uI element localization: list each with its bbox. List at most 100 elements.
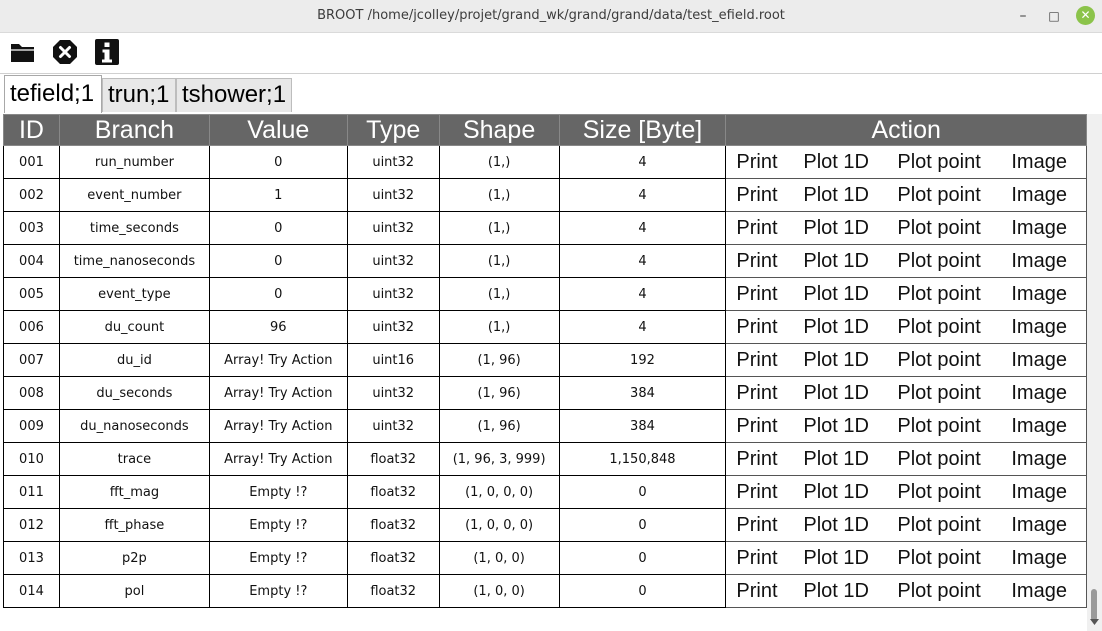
- plot1d-action[interactable]: Plot 1D: [803, 151, 897, 174]
- print-action[interactable]: Print: [726, 481, 803, 504]
- folder-open-icon[interactable]: [9, 38, 37, 66]
- row-type: uint32: [346, 310, 440, 344]
- row-actions: Print Plot 1D Plot point Image: [725, 211, 1087, 245]
- image-action[interactable]: Image: [1011, 580, 1071, 603]
- plotpoint-action[interactable]: Plot point: [897, 283, 1011, 306]
- print-action[interactable]: Print: [726, 382, 803, 405]
- print-action[interactable]: Print: [726, 217, 803, 240]
- print-action[interactable]: Print: [726, 580, 803, 603]
- maximize-icon[interactable]: □: [1045, 7, 1063, 25]
- close-file-icon[interactable]: [51, 38, 79, 66]
- row-id: 006: [3, 310, 60, 344]
- row-actions: Print Plot 1D Plot point Image: [725, 343, 1087, 377]
- row-value: 0: [208, 145, 348, 179]
- plotpoint-action[interactable]: Plot point: [897, 250, 1011, 273]
- plotpoint-action[interactable]: Plot point: [897, 184, 1011, 207]
- row-shape: (1,): [438, 244, 560, 278]
- row-actions: Print Plot 1D Plot point Image: [725, 277, 1087, 311]
- image-action[interactable]: Image: [1011, 481, 1071, 504]
- print-action[interactable]: Print: [726, 547, 803, 570]
- plot1d-action[interactable]: Plot 1D: [803, 283, 897, 306]
- table-header-row: ID Branch Value Type Shape Size [Byte] A…: [3, 114, 1087, 146]
- header-value[interactable]: Value: [208, 114, 348, 146]
- plot1d-action[interactable]: Plot 1D: [803, 217, 897, 240]
- row-branch: fft_phase: [58, 508, 210, 542]
- row-type: uint16: [346, 343, 440, 377]
- plotpoint-action[interactable]: Plot point: [897, 514, 1011, 537]
- plotpoint-action[interactable]: Plot point: [897, 151, 1011, 174]
- row-shape: (1, 96): [438, 409, 560, 443]
- info-icon[interactable]: [93, 38, 121, 66]
- plotpoint-action[interactable]: Plot point: [897, 415, 1011, 438]
- header-type[interactable]: Type: [346, 114, 440, 146]
- image-action[interactable]: Image: [1011, 151, 1071, 174]
- row-value: 0: [208, 211, 348, 245]
- print-action[interactable]: Print: [726, 514, 803, 537]
- plotpoint-action[interactable]: Plot point: [897, 349, 1011, 372]
- plot1d-action[interactable]: Plot 1D: [803, 448, 897, 471]
- print-action[interactable]: Print: [726, 283, 803, 306]
- row-value: 1: [208, 178, 348, 212]
- tab-tefield[interactable]: tefield;1: [4, 75, 102, 113]
- image-action[interactable]: Image: [1011, 349, 1071, 372]
- row-id: 011: [3, 475, 60, 509]
- image-action[interactable]: Image: [1011, 283, 1071, 306]
- print-action[interactable]: Print: [726, 415, 803, 438]
- header-shape[interactable]: Shape: [438, 114, 560, 146]
- plot1d-action[interactable]: Plot 1D: [803, 547, 897, 570]
- table-scrollbar[interactable]: [1087, 114, 1102, 631]
- plotpoint-action[interactable]: Plot point: [897, 316, 1011, 339]
- print-action[interactable]: Print: [726, 184, 803, 207]
- branch-table-area: ID Branch Value Type Shape Size [Byte] A…: [3, 114, 1087, 631]
- print-action[interactable]: Print: [726, 151, 803, 174]
- header-size[interactable]: Size [Byte]: [558, 114, 727, 146]
- row-shape: (1, 96): [438, 343, 560, 377]
- plotpoint-action[interactable]: Plot point: [897, 481, 1011, 504]
- tab-trun[interactable]: trun;1: [102, 78, 176, 112]
- plot1d-action[interactable]: Plot 1D: [803, 415, 897, 438]
- plot1d-action[interactable]: Plot 1D: [803, 250, 897, 273]
- table-row: 013 p2p Empty !? float32 (1, 0, 0) 0 Print Plot…: [3, 541, 1087, 575]
- row-shape: (1,): [438, 310, 560, 344]
- tab-bar: tefield;1 trun;1 tshower;1: [0, 74, 1102, 114]
- image-action[interactable]: Image: [1011, 250, 1071, 273]
- tab-tshower[interactable]: tshower;1: [176, 78, 292, 112]
- image-action[interactable]: Image: [1011, 415, 1071, 438]
- image-action[interactable]: Image: [1011, 184, 1071, 207]
- print-action[interactable]: Print: [726, 250, 803, 273]
- plot1d-action[interactable]: Plot 1D: [803, 514, 897, 537]
- plot1d-action[interactable]: Plot 1D: [803, 184, 897, 207]
- plot1d-action[interactable]: Plot 1D: [803, 481, 897, 504]
- print-action[interactable]: Print: [726, 316, 803, 339]
- plotpoint-action[interactable]: Plot point: [897, 382, 1011, 405]
- image-action[interactable]: Image: [1011, 514, 1071, 537]
- plotpoint-action[interactable]: Plot point: [897, 547, 1011, 570]
- row-shape: (1,): [438, 145, 560, 179]
- plotpoint-action[interactable]: Plot point: [897, 580, 1011, 603]
- row-actions: Print Plot 1D Plot point Image: [725, 442, 1087, 476]
- row-branch: event_type: [58, 277, 210, 311]
- header-branch[interactable]: Branch: [58, 114, 210, 146]
- plot1d-action[interactable]: Plot 1D: [803, 580, 897, 603]
- image-action[interactable]: Image: [1011, 217, 1071, 240]
- row-branch: du_nanoseconds: [58, 409, 210, 443]
- close-window-icon[interactable]: ✕: [1076, 6, 1095, 25]
- row-type: uint32: [346, 244, 440, 278]
- plotpoint-action[interactable]: Plot point: [897, 448, 1011, 471]
- image-action[interactable]: Image: [1011, 382, 1071, 405]
- row-actions: Print Plot 1D Plot point Image: [725, 178, 1087, 212]
- header-id[interactable]: ID: [3, 114, 60, 146]
- image-action[interactable]: Image: [1011, 316, 1071, 339]
- print-action[interactable]: Print: [726, 448, 803, 471]
- plot1d-action[interactable]: Plot 1D: [803, 349, 897, 372]
- minimize-icon[interactable]: –: [1014, 7, 1032, 25]
- print-action[interactable]: Print: [726, 349, 803, 372]
- plot1d-action[interactable]: Plot 1D: [803, 316, 897, 339]
- row-size: 4: [558, 277, 727, 311]
- image-action[interactable]: Image: [1011, 547, 1071, 570]
- image-action[interactable]: Image: [1011, 448, 1071, 471]
- plot1d-action[interactable]: Plot 1D: [803, 382, 897, 405]
- plotpoint-action[interactable]: Plot point: [897, 217, 1011, 240]
- row-id: 012: [3, 508, 60, 542]
- scroll-down-arrow-icon[interactable]: [1089, 617, 1100, 627]
